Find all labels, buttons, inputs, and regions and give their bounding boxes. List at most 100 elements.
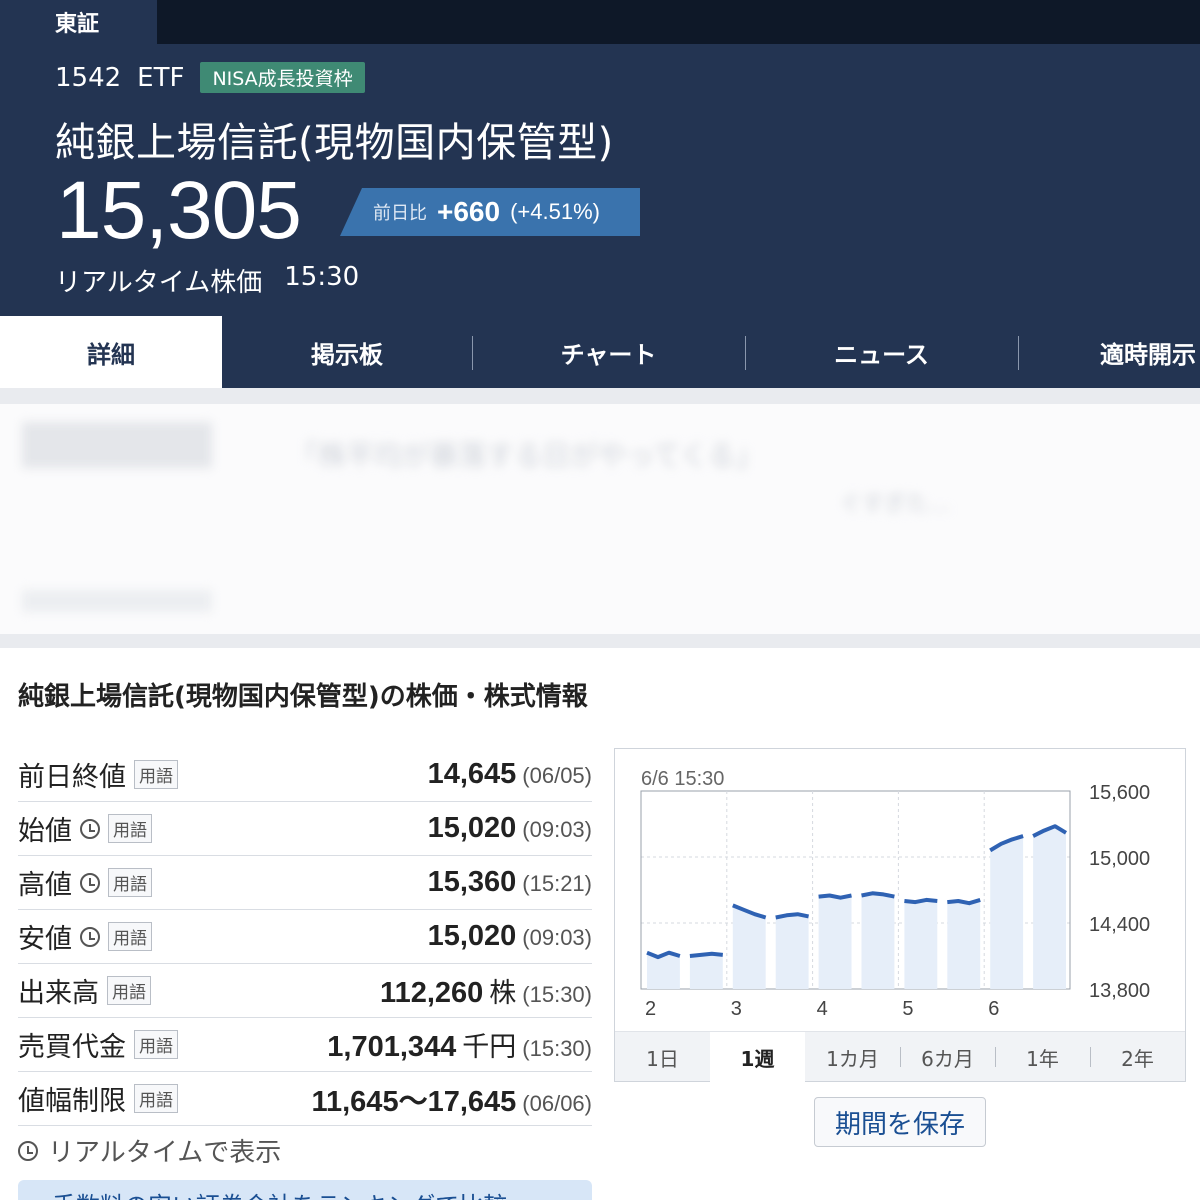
glossary-link[interactable]: 用語 [134,1030,178,1059]
realtime-note-text: リアルタイムで表示 [48,1138,282,1168]
period-option[interactable]: 1カ月 [805,1032,900,1082]
info-timestamp: (15:21) [522,871,592,896]
price-line [689,951,723,958]
info-row: 安値 用語 15,020 (09:03) [18,910,592,964]
price-line [818,893,852,900]
price-line [947,897,981,906]
info-label: 売買代金 用語 [18,1025,178,1064]
info-value: 15,360 [427,866,517,898]
period-separator [1090,1047,1091,1067]
realtime-label: リアルタイム株価 [55,268,263,298]
current-price: 15,305 [56,165,302,256]
info-value-group: 14,645 (06/05) [428,758,592,791]
change-label: 前日比 [373,203,427,224]
info-value: 1,701,344 [327,1031,457,1063]
clock-icon [80,926,100,947]
info-row: 始値 用語 15,020 (09:03) [18,802,592,856]
compare-brokers-button[interactable]: 手数料の安い証券会社をランキングで比較 [18,1180,592,1200]
y-tick-label: 14,400 [1089,914,1150,936]
spacer [0,388,1200,404]
info-timestamp: (15:30) [522,1036,592,1061]
info-value-group: 1,701,344 千円 (15:30) [327,1025,592,1064]
info-row: 出来高 用語 112,260 株 (15:30) [18,964,592,1018]
info-value-group: 15,020 (09:03) [428,920,592,953]
realtime-note: リアルタイムで表示 [18,1132,281,1169]
save-period-button[interactable]: 期間を保存 [814,1097,986,1147]
price-area [775,914,809,989]
info-value: 14,645 [427,758,517,790]
info-label-text: 高値 [18,870,72,901]
info-label: 値幅制限 用語 [18,1079,178,1118]
period-option[interactable]: 6カ月 [900,1032,995,1082]
info-row: 高値 用語 15,360 (15:21) [18,856,592,910]
price-area [647,952,680,989]
x-tick-label: 2 [645,998,656,1020]
stock-info-table: 前日終値 用語 14,645 (06/05) 始値 用語 15,020 (09:03) 高値 用語… [18,748,592,1126]
info-value: 15,020 [427,812,517,844]
chart-timestamp: 6/6 15:30 [641,768,724,790]
glossary-link[interactable]: 用語 [108,814,152,843]
chart-svg: 15,600 15,000 14,400 13,800 6/6 15:30 2 3 4 5 6 [640,768,1150,1020]
glossary-link[interactable]: 用語 [108,922,152,951]
info-label-text: 安値 [18,924,72,955]
nav-tabs: 詳細 掲示板 チャート ニュース 適時開示 [0,316,1200,388]
period-option[interactable]: 2年 [1090,1032,1185,1082]
info-row: 値幅制限 用語 11,645〜17,645 (06/06) [18,1072,592,1126]
price-line [904,897,938,905]
price-area [861,893,895,989]
period-separator [900,1047,901,1067]
period-option[interactable]: 1週 [710,1032,805,1082]
y-tick-label: 15,600 [1089,782,1150,804]
info-label-text: 出来高 [18,978,99,1009]
period-option[interactable]: 1日 [615,1032,710,1082]
stock-code: 1542 [55,62,122,93]
tab-chart[interactable]: チャート [472,316,745,388]
info-row: 前日終値 用語 14,645 (06/05) [18,748,592,802]
y-tick-label: 15,000 [1089,848,1150,870]
tab-disclosure[interactable]: 適時開示 [1018,316,1200,388]
info-value-group: 15,360 (15:21) [428,866,592,899]
code-line: 1542 ETF NISA成長投資枠 [55,62,365,93]
price-area [904,899,938,989]
tab-board[interactable]: 掲示板 [222,316,472,388]
info-label-text: 売買代金 [18,1032,126,1063]
x-tick-label: 3 [731,998,742,1020]
x-tick-label: 5 [902,998,913,1020]
period-option[interactable]: 1年 [995,1032,1090,1082]
info-timestamp: (15:30) [522,982,592,1007]
glossary-link[interactable]: 用語 [134,760,178,789]
ad-subtext: ぐすぎた… [840,492,951,517]
info-label-text: 始値 [18,816,72,847]
info-label-text: 値幅制限 [18,1086,126,1117]
stock-header: 東証 1542 ETF NISA成長投資枠 純銀上場信託(現物国内保管型) 15… [0,0,1200,316]
info-value-group: 15,020 (09:03) [428,812,592,845]
tab-news[interactable]: ニュース [745,316,1018,388]
x-tick-label: 4 [817,998,828,1020]
nisa-badge: NISA成長投資枠 [200,62,365,93]
exchange-tab[interactable]: 東証 [0,0,157,44]
fund-name: 純銀上場信託(現物国内保管型) [55,120,614,166]
price-change-box: 前日比 +660 (+4.51%) [340,188,640,236]
stock-type: ETF [137,62,185,93]
clock-icon [80,818,100,839]
period-separator [995,1047,996,1067]
info-timestamp: (06/06) [522,1090,592,1116]
ad-footer [22,590,212,612]
info-value: 11,645〜17,645 [311,1085,517,1118]
section-title: 純銀上場信託(現物国内保管型)の株価・株式情報 [18,682,588,712]
info-label: 出来高 用語 [18,971,151,1010]
price-area [990,836,1024,989]
ad-banner[interactable]: 「株平均が暴落する日がやってくる」 ぐすぎた… [0,404,1200,634]
price-time: 15:30 [284,262,360,292]
info-value-group: 11,645〜17,645 (06/06) [311,1078,592,1120]
info-label: 安値 用語 [18,917,152,956]
info-value: 112,260 [380,977,484,1009]
realtime-line: リアルタイム株価 15:30 [55,262,359,299]
period-selector: 1日 1週 1カ月 6カ月 1年 2年 [615,1031,1185,1082]
info-label: 高値 用語 [18,863,152,902]
tab-detail[interactable]: 詳細 [0,316,222,388]
glossary-link[interactable]: 用語 [107,976,151,1005]
info-row: 売買代金 用語 1,701,344 千円 (15:30) [18,1018,592,1072]
glossary-link[interactable]: 用語 [134,1084,178,1113]
glossary-link[interactable]: 用語 [108,868,152,897]
